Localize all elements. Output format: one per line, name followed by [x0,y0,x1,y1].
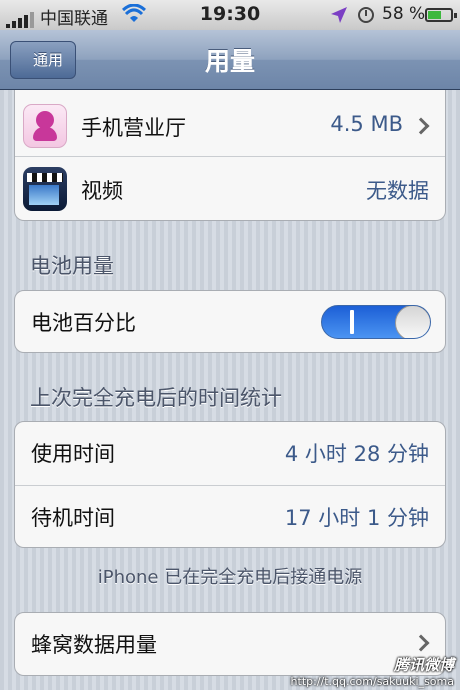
section-header-battery: 电池用量 [30,254,114,278]
time-stats-group: 使用时间 4 小时 28 分钟 待机时间 17 小时 1 分钟 [14,421,446,548]
status-bar: 中国联通 19:30 58 % [0,0,460,30]
standby-time-label: 待机时间 [31,506,115,530]
toggle-on-indicator [350,310,354,334]
usage-time-row: 使用时间 4 小时 28 分钟 [15,422,445,485]
battery-icon [425,8,457,22]
list-item-video: 视频 无数据 [15,156,445,220]
watermark: 腾讯微博 http://t.qq.com/sakuuki_soma [291,654,454,688]
battery-group: 电池百分比 [14,290,446,353]
watermark-title: 腾讯微博 [393,656,454,674]
cellular-usage-label: 蜂窝数据用量 [31,633,157,657]
mobile-hall-icon [23,104,67,148]
chevron-right-icon [412,117,430,135]
battery-percentage-toggle[interactable] [321,305,431,339]
chevron-right-icon [412,634,430,652]
video-icon [23,167,67,211]
watermark-url: http://t.qq.com/sakuuki_soma [290,675,454,688]
standby-time-row: 待机时间 17 小时 1 分钟 [15,485,445,547]
app-name: 手机营业厅 [81,116,186,140]
app-data-usage: 无数据 [366,179,429,203]
battery-fill [428,11,441,19]
list-item-mobile-hall[interactable]: 手机营业厅 4.5 MB [15,90,445,156]
page-title: 用量 [204,47,255,76]
charge-note: iPhone 已在完全充电后接通电源 [97,567,363,588]
standby-time-value: 17 小时 1 分钟 [284,506,429,530]
battery-percentage-label: 电池百分比 [31,311,136,335]
battery-percentage-row: 电池百分比 [15,291,445,352]
navigation-bar: 通用 用量 [0,30,460,90]
usage-time-value: 4 小时 28 分钟 [284,442,429,466]
battery-percent: 58 % [382,4,426,24]
app-name: 视频 [81,179,123,203]
toggle-knob[interactable] [395,306,430,338]
location-arrow-icon [331,7,347,23]
alarm-clock-icon [358,7,374,23]
app-usage-group: 手机营业厅 4.5 MB 视频 无数据 [14,90,446,221]
app-data-usage: 4.5 MB [330,112,403,136]
section-header-time-stats: 上次完全充电后的时间统计 [30,386,282,410]
usage-time-label: 使用时间 [31,442,115,466]
